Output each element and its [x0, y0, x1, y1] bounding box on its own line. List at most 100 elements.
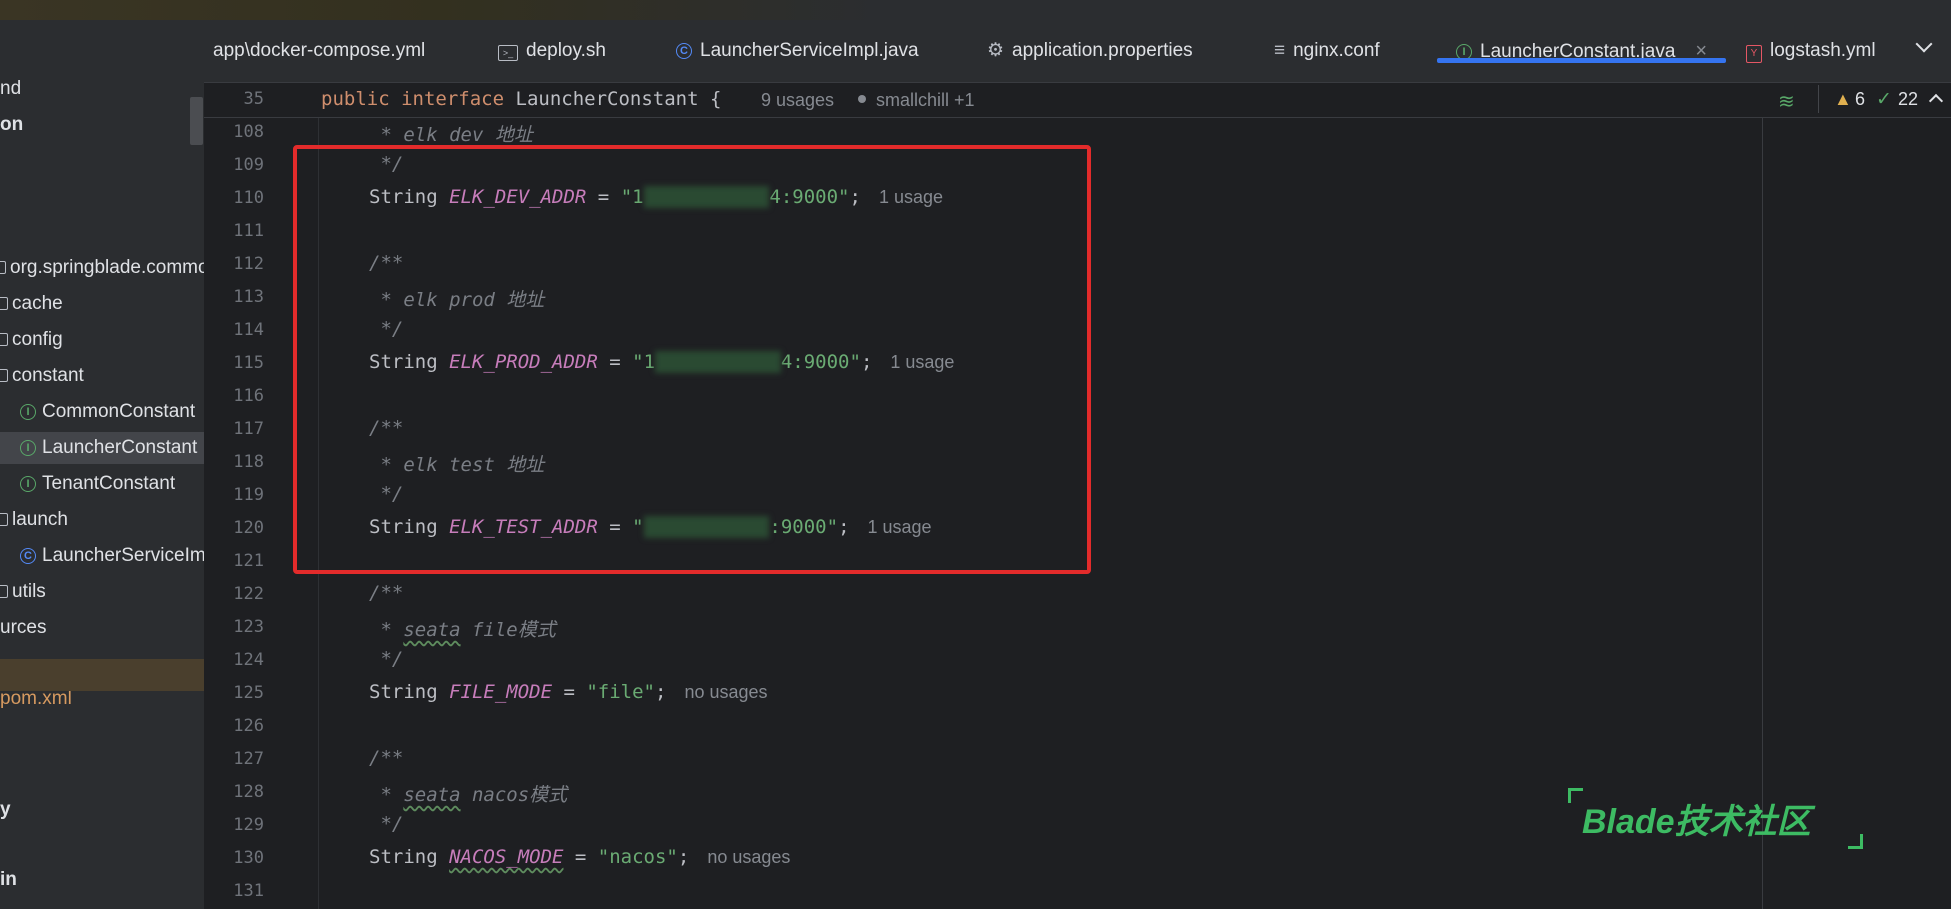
line-number: 115 — [233, 353, 264, 373]
line-number: 124 — [233, 650, 264, 670]
text-file-icon: ≡ — [1274, 40, 1286, 61]
tab-5[interactable]: I LauncherConstant.java × — [1456, 20, 1707, 82]
line-number: 113 — [233, 287, 264, 307]
folder-icon — [0, 297, 8, 311]
sidebar-item[interactable]: y — [0, 794, 204, 826]
tab-6[interactable]: Ylogstash.yml — [1746, 20, 1876, 82]
sidebar-item[interactable]: in — [0, 864, 204, 896]
sidebar-item-label: in — [0, 869, 17, 890]
terminal-icon: >_ — [498, 20, 518, 82]
sidebar-item-label: utils — [12, 581, 46, 602]
sidebar-item[interactable]: C LauncherServiceImpl — [0, 540, 224, 572]
sidebar-item[interactable]: cache — [0, 288, 204, 320]
constant-name: FILE_MODE — [449, 681, 553, 703]
usage-hint: no usages — [684, 682, 768, 702]
line-number: 108 — [233, 122, 264, 142]
watermark: Blade技术社区 — [1565, 786, 1865, 846]
sidebar-item-label: on — [0, 114, 24, 135]
sidebar-item-label: y — [0, 799, 11, 820]
code-line[interactable]: * seata nacos模式 — [369, 780, 567, 807]
tab-label: LauncherServiceImpl.java — [700, 40, 919, 62]
sidebar-selected-row[interactable] — [0, 659, 204, 691]
line-number: 128 — [233, 782, 264, 802]
line-number: 117 — [233, 419, 264, 439]
class-icon: C — [20, 547, 36, 564]
interface-name: LauncherConstant { — [515, 88, 722, 110]
sidebar-item[interactable]: nd — [0, 73, 204, 105]
code-line[interactable]: */ — [369, 813, 403, 835]
sidebar-item[interactable]: config — [0, 324, 204, 356]
folder-icon — [0, 513, 8, 527]
watermark-text: Blade技术社区 — [1582, 803, 1811, 841]
tab-2[interactable]: C LauncherServiceImpl.java — [676, 20, 919, 82]
sidebar-item-label: config — [12, 329, 63, 350]
code-line[interactable]: String NACOS_MODE = "nacos"; no usages — [369, 846, 790, 868]
line-number: 131 — [233, 881, 264, 901]
code-line[interactable]: /** — [369, 747, 403, 769]
keyword-public: public — [321, 88, 390, 110]
class-icon: C — [676, 20, 692, 82]
tab-label: app\docker-compose.yml — [213, 40, 426, 61]
code-line[interactable]: String FILE_MODE = "file"; no usages — [369, 681, 768, 703]
sidebar-item[interactable]: launch — [0, 504, 204, 536]
line-number: 114 — [233, 320, 264, 340]
code-line[interactable]: * elk dev 地址 — [369, 120, 532, 147]
gear-icon: ⚙ — [987, 40, 1005, 61]
sidebar-item-label: constant — [12, 365, 84, 386]
project-sidebar[interactable] — [0, 20, 204, 909]
yaml-icon: Y — [1746, 20, 1762, 82]
interface-icon: I — [20, 439, 36, 456]
folder-icon — [0, 333, 8, 347]
constant-name: NACOS_MODE — [449, 846, 564, 868]
line-number: 125 — [233, 683, 264, 703]
warning-icon[interactable]: ▲ — [1834, 89, 1852, 110]
sidebar-item-label: nd — [0, 78, 22, 99]
tab-3[interactable]: ⚙ application.properties — [987, 20, 1193, 82]
sidebar-item[interactable]: org.springblade.common — [0, 252, 204, 284]
line-number: 122 — [233, 584, 264, 604]
sidebar-item[interactable]: I TenantConstant — [0, 468, 224, 500]
sidebar-item-label: urces — [0, 617, 47, 638]
sticky-header[interactable]: 35 public interface LauncherConstant { 9… — [204, 83, 1951, 118]
line-number: 127 — [233, 749, 264, 769]
chevron-up-icon[interactable] — [1928, 93, 1944, 109]
tab-label: logstash.yml — [1770, 40, 1876, 62]
line-number: 109 — [233, 155, 264, 175]
sidebar-item[interactable]: I CommonConstant — [0, 396, 224, 428]
line-number: 120 — [233, 518, 264, 538]
checks-count[interactable]: 22 — [1898, 89, 1918, 110]
sidebar-item[interactable]: on — [0, 109, 204, 141]
folder-icon — [0, 369, 8, 383]
tab-0[interactable]: app\docker-compose.yml — [213, 20, 425, 82]
code-line[interactable]: */ — [369, 648, 403, 670]
sticky-line-number: 35 — [243, 89, 264, 109]
line-number: 123 — [233, 617, 264, 637]
sidebar-item[interactable]: urces — [0, 612, 204, 644]
sidebar-item[interactable]: utils — [0, 576, 204, 608]
line-number: 111 — [233, 221, 264, 241]
author-hint[interactable]: smallchill +1 — [876, 90, 975, 111]
line-number: 116 — [233, 386, 264, 406]
check-icon[interactable]: ✓ — [1876, 88, 1892, 111]
warnings-count[interactable]: 6 — [1855, 89, 1865, 110]
line-number: 121 — [233, 551, 264, 571]
code-line[interactable]: /** — [369, 582, 403, 604]
sidebar-item-label: org.springblade.common — [10, 257, 204, 278]
sidebar-item[interactable]: constant — [0, 360, 204, 392]
sticky-declaration: public interface LauncherConstant { — [321, 88, 721, 110]
ai-assistant-icon[interactable]: ≋ — [1778, 89, 1795, 114]
tab-label: nginx.conf — [1293, 40, 1380, 62]
tab-label: deploy.sh — [526, 40, 606, 62]
line-number: 129 — [233, 815, 264, 835]
sidebar-item-label: LauncherConstant — [42, 437, 198, 458]
sidebar-item[interactable]: I LauncherConstant — [0, 432, 224, 464]
line-number: 110 — [233, 188, 264, 208]
tab-4[interactable]: ≡ nginx.conf — [1274, 20, 1380, 82]
tab-1[interactable]: >_ deploy.sh — [498, 20, 606, 82]
code-line[interactable]: * seata file模式 — [369, 615, 555, 642]
interface-icon: I — [20, 403, 36, 420]
line-number: 119 — [233, 485, 264, 505]
tab-label: application.properties — [1012, 40, 1193, 62]
sidebar-item-label: launch — [12, 509, 68, 530]
usages-hint[interactable]: 9 usages — [761, 90, 834, 111]
